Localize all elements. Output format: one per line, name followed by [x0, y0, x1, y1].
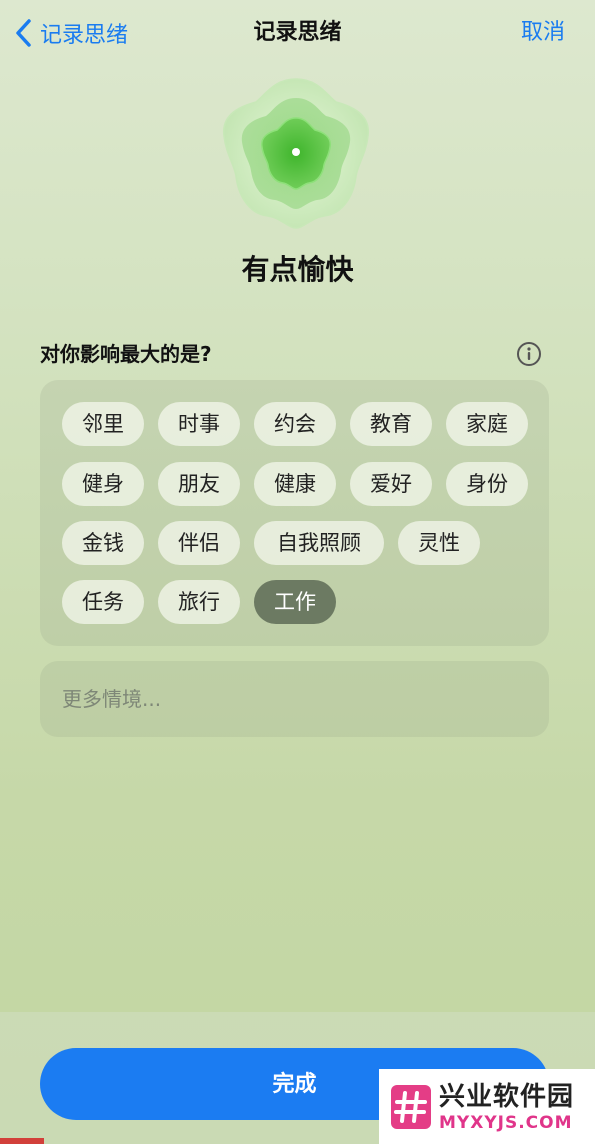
more-context-field[interactable]: [40, 661, 549, 737]
tag-partner[interactable]: 伴侣: [158, 521, 240, 565]
more-context-input[interactable]: [40, 661, 549, 737]
nav-bar: 记录思绪 记录思绪 取消: [0, 0, 595, 68]
tag-row: 任务 旅行 工作: [62, 580, 350, 624]
tag-friends[interactable]: 朋友: [158, 462, 240, 506]
hash-logo-icon: [391, 1084, 431, 1129]
tag-family[interactable]: 家庭: [446, 402, 528, 446]
tag-hobbies[interactable]: 爱好: [350, 462, 432, 506]
back-label: 记录思绪: [40, 23, 129, 48]
tag-row: 金钱 伴侣 自我照顾 灵性: [62, 521, 494, 565]
info-icon[interactable]: [516, 341, 542, 367]
tag-tasks[interactable]: 任务: [62, 580, 144, 624]
tag-dating[interactable]: 约会: [254, 402, 336, 446]
flower-icon: [213, 74, 379, 230]
tag-education[interactable]: 教育: [350, 402, 432, 446]
tag-self-care[interactable]: 自我照顾: [254, 521, 384, 565]
red-corner-mark: [0, 1138, 44, 1144]
watermark-cn: 兴业软件园: [439, 1081, 575, 1112]
mood-label: 有点愉快: [241, 253, 354, 286]
tag-travel[interactable]: 旅行: [158, 580, 240, 624]
context-tags-panel: 邻里 时事 约会 教育 家庭 健身 朋友 健康 爱好 身份 金钱 伴侣 自我照顾…: [40, 380, 549, 646]
watermark: 兴业软件园 MYXYJS.COM: [379, 1069, 595, 1144]
tag-fitness[interactable]: 健身: [62, 462, 144, 506]
tag-row: 邻里 时事 约会 教育 家庭: [62, 402, 542, 446]
tag-identity[interactable]: 身份: [446, 462, 528, 506]
watermark-text: 兴业软件园 MYXYJS.COM: [439, 1081, 574, 1133]
tag-row: 健身 朋友 健康 爱好 身份: [62, 462, 542, 506]
question-heading: 对你影响最大的是?: [40, 342, 212, 366]
tag-spirituality[interactable]: 灵性: [398, 521, 480, 565]
chevron-left-icon: [16, 19, 31, 47]
tag-work[interactable]: 工作: [254, 580, 336, 624]
back-button[interactable]: 记录思绪: [12, 16, 128, 50]
tag-money[interactable]: 金钱: [62, 521, 144, 565]
tag-current-events[interactable]: 时事: [158, 402, 240, 446]
tag-health[interactable]: 健康: [254, 462, 336, 506]
tag-neighborhood[interactable]: 邻里: [62, 402, 144, 446]
cancel-button[interactable]: 取消: [521, 16, 565, 50]
watermark-en: MYXYJS.COM: [439, 1112, 573, 1133]
